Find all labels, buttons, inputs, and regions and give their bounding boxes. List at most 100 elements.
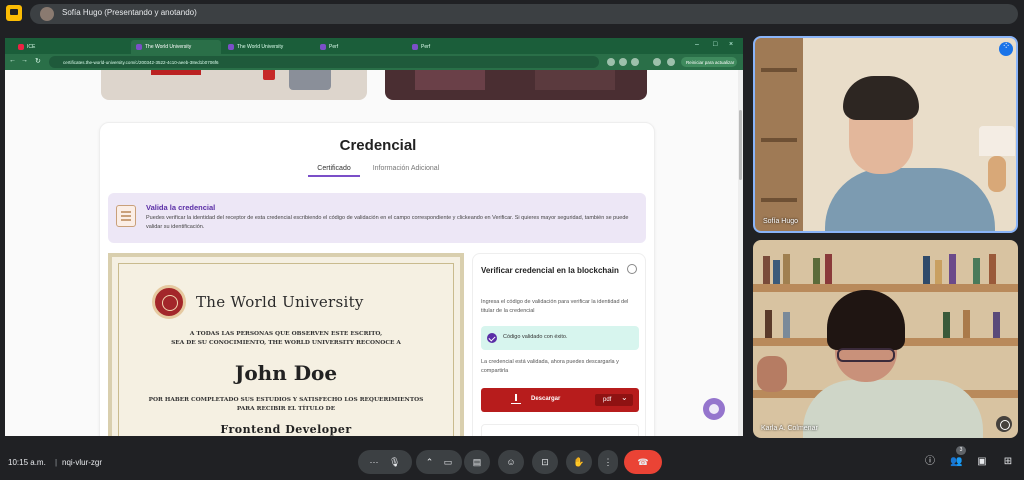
validate-banner: Valida la credencial Puedes verificar la… [108,193,646,243]
shared-screen: ICE The World University The World Unive… [5,38,743,436]
browser-tab[interactable]: The World University [223,40,311,54]
chat-widget-icon[interactable] [703,398,725,420]
participant-name: Karla A. Colmenar [761,425,818,432]
certificate-text: A TODAS LAS PERSONAS QUE OBSERVEN ESTE E… [189,331,383,337]
camera-control-group[interactable]: ⌃ ▭ [416,450,462,474]
browser-tab[interactable]: Perf [315,40,405,54]
book [773,260,780,284]
chat-icon[interactable]: ▣ [976,456,988,468]
mic-control-group[interactable]: ··· 🎙 [358,450,412,474]
download-icon [511,394,521,404]
present-button[interactable]: ⊡ [532,450,558,474]
book [949,254,956,284]
scrollbar-thumb[interactable] [739,110,742,180]
participant-tile[interactable]: Sofía Hugo [753,36,1018,233]
book [783,312,790,338]
tile-options-icon[interactable] [996,416,1012,432]
meet-window: Sofía Hugo (Presentando y anotando) ICE … [0,0,1024,480]
book [989,254,996,284]
credential-card: Credencial Certificado Información Adici… [99,122,655,436]
download-button[interactable]: Descargar pdf [481,388,639,412]
reload-icon[interactable]: ↻ [35,57,41,65]
participant-name: Sofía Hugo [763,218,799,225]
lamp-base [988,156,1006,192]
extensions-menu-icon[interactable] [667,58,675,66]
lamp [979,126,1015,156]
camera-icon: ▭ [443,457,453,467]
participant-glasses [837,348,895,362]
extension-icon[interactable] [619,58,627,66]
meeting-info-icon[interactable]: ⓘ [924,456,936,468]
url-field[interactable]: certificates.the-world-university.com/c/… [49,56,599,68]
presenter-label: Sofía Hugo (Presentando y anotando) [62,8,197,17]
certificate-degree: Frontend Developer [220,423,352,436]
shelf [761,138,797,142]
document-icon [116,205,136,227]
back-icon[interactable]: ← [9,57,16,64]
participant-body [803,380,983,438]
validation-success-text: Código validado con éxito. [503,334,568,340]
certificate-recipient: John Doe [234,361,338,385]
extension-icon[interactable] [607,58,615,66]
browser-tab-active[interactable]: The World University [131,40,221,54]
close-icon[interactable]: × [729,41,733,48]
info-icon[interactable] [627,264,637,274]
meeting-code: nqi-vlur-zgr [62,458,103,467]
more-vert-icon: ⋮ [603,457,613,467]
participant-count-badge: 3 [956,446,966,455]
validation-success-banner: Código validado con éxito. [481,326,639,350]
book [963,310,970,338]
verify-title: Verificar credencial en la blockchain [481,266,619,275]
format-select[interactable]: pdf [595,393,633,406]
activities-icon[interactable]: ⊞ [1002,456,1014,468]
certificate-text: SEA DE SU CONOCIMIENTO, THE WORLD UNIVER… [171,340,401,346]
book [935,260,942,284]
profile-icon[interactable] [653,58,661,66]
hand-icon: ✋ [573,457,585,467]
meeting-time: 10:15 a.m. [8,458,46,467]
participant-hair [827,290,905,350]
presenter-pill[interactable]: Sofía Hugo (Presentando y anotando) [30,4,1018,24]
browser-addressbar: ← → ↻ certificates.the-world-university.… [5,54,743,70]
participant-body [825,168,995,231]
more-options-button[interactable]: ⋮ [598,450,618,474]
verify-note: La credencial está validada, ahora puede… [481,359,619,374]
banner-shape [535,70,615,90]
meet-logo-icon [6,5,22,21]
maximize-icon[interactable]: □ [713,41,717,48]
browser-tabstrip: ICE The World University The World Unive… [5,38,743,54]
share-row[interactable] [481,424,639,436]
tab-additional-info[interactable]: Información Adicional [364,161,448,177]
end-call-icon: ☎ [637,457,649,467]
mic-icon: 🎙 [389,457,401,467]
bookshelf [753,284,1018,292]
update-button[interactable]: Reiniciar para actualizar [681,57,737,67]
browser-tab[interactable]: ICE [13,40,109,54]
browser-tab[interactable]: Perf [407,40,497,54]
emoji-icon: ☺ [506,457,516,467]
reactions-button[interactable]: ☺ [498,450,524,474]
minimize-icon[interactable]: – [695,41,699,48]
captions-button[interactable]: ▤ [464,450,490,474]
book [923,256,930,284]
people-icon[interactable]: 👥 [950,456,962,468]
book [973,258,980,284]
certificate-image: The World University A TODAS LAS PERSONA… [108,253,464,436]
leave-call-button[interactable]: ☎ [624,450,662,474]
tab-certificate[interactable]: Certificado [308,161,360,177]
raise-hand-button[interactable]: ✋ [566,450,592,474]
separator: | [55,458,58,467]
forward-icon[interactable]: → [21,57,28,64]
banner-image [385,70,647,100]
banner-person [289,70,331,90]
present-screen-icon: ⊡ [541,457,549,467]
bookmark-icon[interactable] [631,58,639,66]
participant-hand [757,356,787,392]
book [763,256,770,284]
shelf [761,198,797,202]
more-audio-icon: ··· [369,457,379,467]
presenter-avatar [40,7,54,21]
book [813,258,820,284]
participant-tile[interactable]: Karla A. Colmenar [753,240,1018,438]
page-scrollbar[interactable] [738,70,743,436]
